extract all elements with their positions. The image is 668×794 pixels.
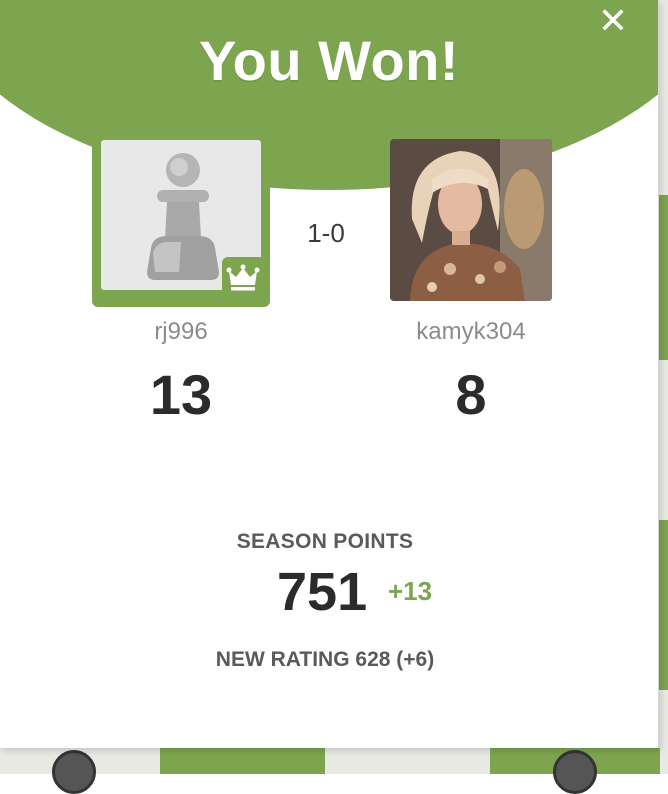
- new-rating: NEW RATING 628 (+6): [215, 648, 435, 671]
- winner-badge: [222, 257, 264, 299]
- season-points-label: SEASON POINTS: [236, 530, 414, 553]
- season-points-delta: +13: [388, 576, 433, 606]
- opponent-photo: [390, 139, 552, 301]
- close-icon: ✕: [597, 0, 629, 41]
- game-result: 1-0: [307, 218, 345, 248]
- season-points-value: 751: [277, 562, 368, 622]
- move-hint-dot: [52, 750, 96, 794]
- close-button[interactable]: ✕: [596, 3, 630, 39]
- board-square: [160, 748, 325, 774]
- move-hint-dot: [553, 750, 597, 794]
- board-square: [658, 520, 668, 690]
- crown-icon: [226, 264, 260, 291]
- game-over-dialog: You Won! ✕ 1-0 rj996 kamyk304 13 8 SEASO…: [0, 0, 659, 748]
- board-edge-bottom: [0, 748, 668, 794]
- player-avatar[interactable]: [92, 131, 270, 307]
- opponent-score: 8: [455, 363, 487, 426]
- board-square: [658, 195, 668, 360]
- opponent-avatar[interactable]: [390, 139, 552, 301]
- player-score: 13: [149, 363, 213, 426]
- board-edge-right: [658, 0, 668, 774]
- player-username[interactable]: rj996: [92, 318, 270, 346]
- dialog-title: You Won!: [198, 29, 460, 92]
- opponent-username[interactable]: kamyk304: [380, 318, 562, 346]
